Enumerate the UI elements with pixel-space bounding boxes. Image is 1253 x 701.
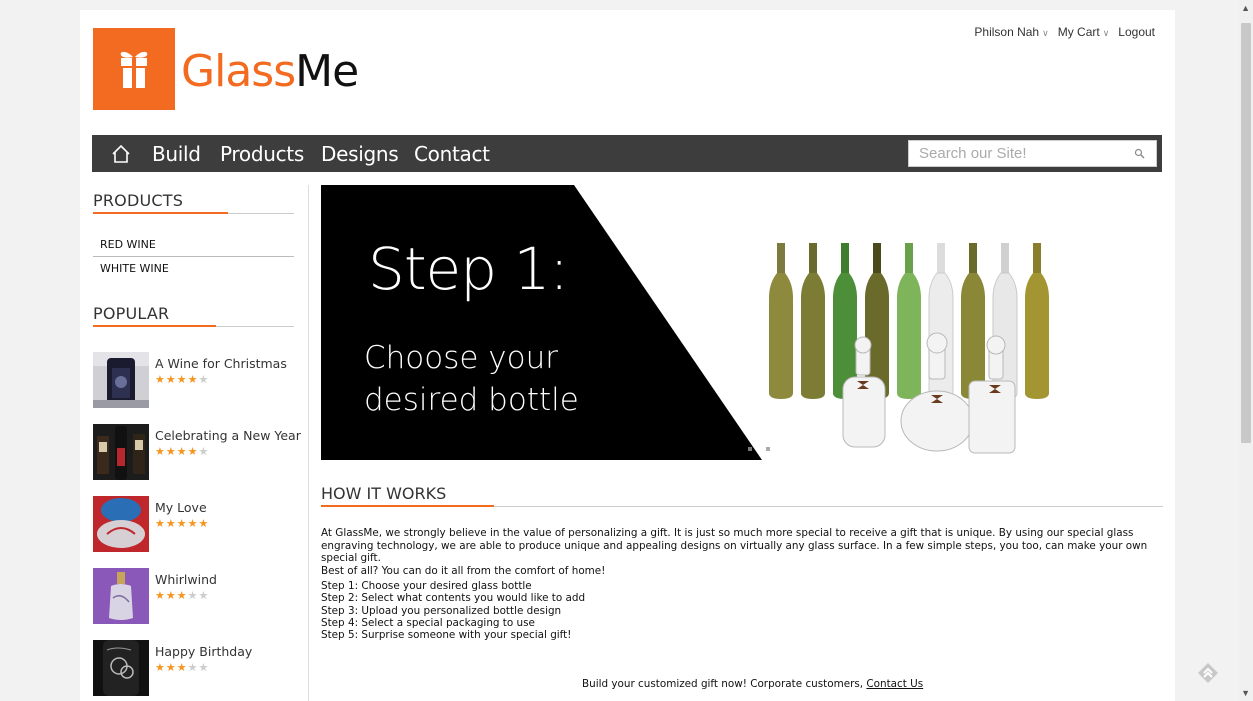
user-links: Philson Nah ∨ My Cart ∨ Logout [974,25,1155,39]
product-thumbnail[interactable] [93,568,149,624]
logout-link[interactable]: Logout [1118,25,1155,39]
star-rating: ★★★★★ [155,662,210,674]
popular-item-title[interactable]: A Wine for Christmas [155,356,287,371]
product-thumbnail[interactable] [93,640,149,696]
popular-item[interactable]: Whirlwind ★★★★★ [93,568,293,624]
popular-item-title[interactable]: Celebrating a New Year [155,428,301,443]
popular-heading-rule [93,325,294,327]
cart-menu[interactable]: My Cart ∨ [1058,25,1110,39]
search-input[interactable] [909,141,1124,166]
scrollbar-thumb[interactable] [1241,23,1251,443]
banner-title: Step 1: [368,235,569,303]
product-thumbnail[interactable] [93,496,149,552]
contact-us-link[interactable]: Contact Us [866,678,923,690]
chevron-down-icon: ∨ [1042,28,1049,38]
carousel-dots[interactable] [748,440,773,458]
step-item: Step 3: Upload you personalized bottle d… [321,604,562,617]
how-it-works-rule [321,505,1163,507]
sidebar-divider [308,185,309,701]
star-rating: ★★★★★ [155,518,210,530]
scroll-up-arrow-icon[interactable]: ▲ [1241,3,1250,13]
popular-item[interactable]: A Wine for Christmas ★★★★★ [93,352,293,408]
page-scrollbar[interactable]: ▲ ▼ [1239,0,1253,701]
call-to-action: Build your customized gift now! Corporat… [582,678,924,690]
star-rating: ★★★★★ [155,590,210,602]
products-heading-rule [93,212,294,214]
product-thumbnail[interactable] [93,352,149,408]
nav-contact[interactable]: Contact [414,142,490,166]
main-nav: Build Products Designs Contact [92,135,1162,172]
how-it-works-paragraph: At GlassMe, we strongly believe in the v… [321,527,1148,577]
products-heading: PRODUCTS [93,191,184,210]
popular-item-title[interactable]: My Love [155,500,207,515]
sidebar-item-white-wine[interactable]: WHITE WINE [100,262,169,275]
popular-item-title[interactable]: Happy Birthday [155,644,252,659]
site-logo-text[interactable]: GlassMe [181,46,359,97]
sidebar-item-red-wine[interactable]: RED WINE [100,238,156,251]
user-menu[interactable]: Philson Nah ∨ [974,25,1048,39]
popular-item[interactable]: My Love ★★★★★ [93,496,293,552]
step-item: Step 2: Select what contents you would l… [321,592,586,605]
step-item: Step 5: Surprise someone with your speci… [321,629,572,642]
nav-products[interactable]: Products [220,142,304,166]
steps-list: Step 1: Choose your desired glass bottle… [321,580,585,641]
nav-build[interactable]: Build [152,142,201,166]
page-container: GlassMe Philson Nah ∨ My Cart ∨ Logout Bui… [80,10,1175,701]
logo-gift-icon[interactable] [93,28,175,110]
banner-subtitle: Choose your desired bottle [364,340,579,418]
floating-tag-icon[interactable] [1196,661,1220,690]
hero-banner[interactable]: Step 1: Choose your desired bottle [321,185,1163,460]
product-thumbnail[interactable] [93,424,149,480]
chevron-down-icon: ∨ [1102,28,1110,38]
home-icon[interactable] [110,143,132,165]
bottles-image [769,243,1049,454]
popular-item-title[interactable]: Whirlwind [155,572,217,587]
search-box [908,140,1157,167]
star-rating: ★★★★★ [155,374,210,386]
how-it-works-heading: HOW IT WORKS [321,484,447,503]
scroll-down-arrow-icon[interactable]: ▼ [1241,688,1250,698]
step-item: Step 1: Choose your desired glass bottle [321,580,532,592]
nav-designs[interactable]: Designs [321,142,399,166]
star-rating: ★★★★★ [155,446,210,458]
popular-heading: POPULAR [93,304,170,323]
popular-item[interactable]: Celebrating a New Year ★★★★★ [93,424,301,480]
sidebar-separator [93,256,294,257]
search-icon[interactable] [1134,147,1146,165]
popular-item[interactable]: Happy Birthday ★★★★★ [93,640,293,696]
step-item: Step 4: Select a special packaging to us… [321,616,535,629]
